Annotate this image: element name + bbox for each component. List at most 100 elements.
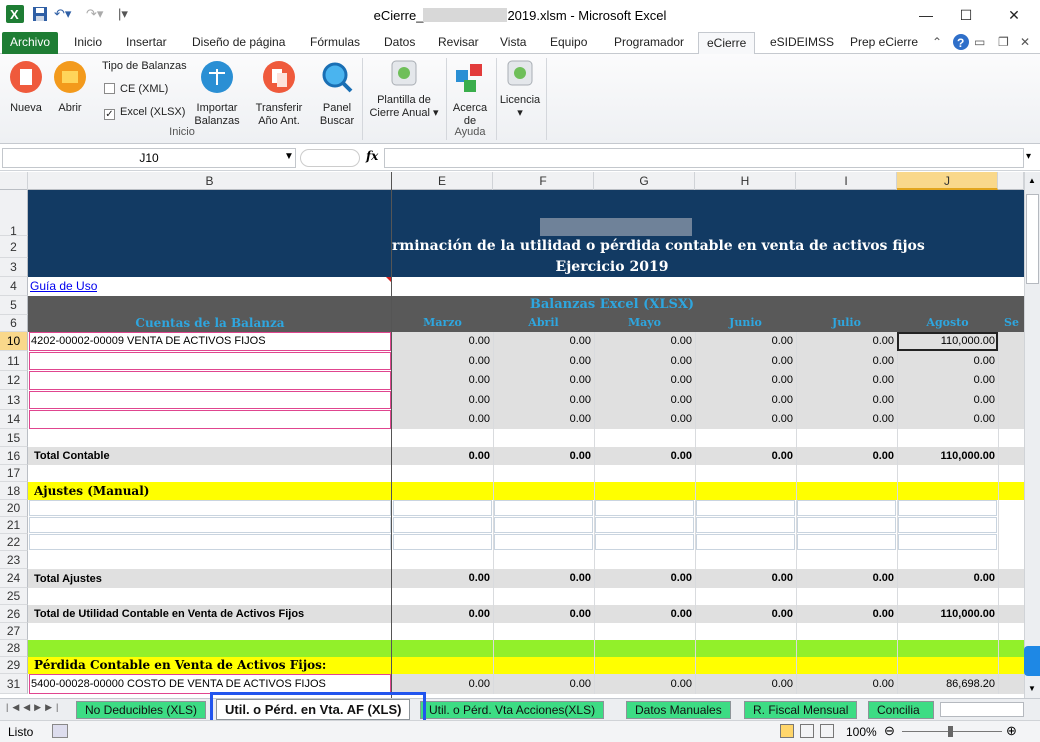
ajuste-value-input[interactable] bbox=[393, 534, 492, 550]
tab-vista[interactable]: Vista bbox=[492, 32, 534, 54]
row-header[interactable]: 5 bbox=[0, 296, 28, 315]
column-header-f[interactable]: F bbox=[493, 172, 594, 190]
cell-value[interactable]: 0.00 bbox=[796, 355, 897, 367]
cell-value[interactable]: 0.00 bbox=[695, 335, 796, 347]
cell-value[interactable]: 0.00 bbox=[392, 678, 493, 690]
row-header[interactable]: 18 bbox=[0, 482, 28, 500]
row-header[interactable]: 16 bbox=[0, 447, 28, 465]
horizontal-scrollbar[interactable] bbox=[940, 702, 1024, 717]
ajuste-value-input[interactable] bbox=[898, 500, 997, 516]
account-input[interactable] bbox=[29, 371, 391, 390]
row-header[interactable]: 24 bbox=[0, 569, 28, 588]
ajuste-input[interactable] bbox=[29, 534, 391, 550]
ajuste-input[interactable] bbox=[29, 517, 391, 533]
scroll-down-icon[interactable]: ▼ bbox=[1028, 684, 1036, 693]
cell-value[interactable]: 0.00 bbox=[897, 413, 998, 425]
cell-value[interactable]: 0.00 bbox=[796, 335, 897, 347]
macro-record-icon[interactable] bbox=[52, 724, 68, 738]
cell-value[interactable]: 110,000.00 bbox=[897, 335, 998, 347]
row-header[interactable]: 29 bbox=[0, 657, 28, 674]
transferir-button[interactable]: Transferir Año Ant. bbox=[252, 60, 306, 128]
cell-value[interactable]: 0.00 bbox=[594, 394, 695, 406]
name-box-dropdown-icon[interactable]: ▼ bbox=[284, 151, 294, 162]
ajuste-value-input[interactable] bbox=[595, 500, 694, 516]
tab-inicio[interactable]: Inicio bbox=[66, 32, 110, 54]
zoom-slider-thumb[interactable] bbox=[948, 726, 953, 737]
cell-value[interactable]: 0.00 bbox=[392, 335, 493, 347]
licencia-button[interactable]: Licencia ▾ bbox=[498, 60, 542, 120]
ajuste-value-input[interactable] bbox=[595, 517, 694, 533]
cell-value[interactable]: 0.00 bbox=[695, 413, 796, 425]
cell-value[interactable]: 0.00 bbox=[493, 374, 594, 386]
tab-esideimss[interactable]: eSIDEIMSS bbox=[762, 32, 842, 54]
cell-value[interactable]: 0.00 bbox=[594, 355, 695, 367]
tab-equipo[interactable]: Equipo bbox=[542, 32, 595, 54]
row-header[interactable]: 22 bbox=[0, 534, 28, 551]
ajuste-value-input[interactable] bbox=[595, 534, 694, 550]
tab-prep-ecierre[interactable]: Prep eCierre bbox=[842, 32, 926, 54]
guia-de-uso-link[interactable]: Guía de Uso bbox=[30, 279, 97, 293]
cell-value[interactable]: 0.00 bbox=[392, 355, 493, 367]
cell-value[interactable]: 0.00 bbox=[594, 335, 695, 347]
cell-value[interactable]: 0.00 bbox=[392, 413, 493, 425]
sheet-tab[interactable]: Util. o Pérd. Vta Acciones(XLS) bbox=[420, 701, 605, 719]
zoom-in-icon[interactable]: ⊕ bbox=[1006, 723, 1017, 739]
tab-insertar[interactable]: Insertar bbox=[118, 32, 175, 54]
ajuste-value-input[interactable] bbox=[898, 517, 997, 533]
cell-value[interactable]: 0.00 bbox=[796, 394, 897, 406]
row-header[interactable]: 2 bbox=[0, 236, 28, 258]
cell-value[interactable]: 0.00 bbox=[695, 355, 796, 367]
cell-value[interactable]: 0.00 bbox=[594, 374, 695, 386]
ajuste-value-input[interactable] bbox=[393, 517, 492, 533]
account-input[interactable] bbox=[29, 410, 391, 429]
cell-value[interactable]: 0.00 bbox=[594, 413, 695, 425]
ajuste-value-input[interactable] bbox=[494, 517, 593, 533]
ce-xml-checkbox[interactable]: CE (XML) bbox=[104, 83, 168, 96]
tab-ecierre[interactable]: eCierre bbox=[698, 32, 756, 55]
cell-value[interactable]: 0.00 bbox=[493, 355, 594, 367]
cell-value[interactable]: 0.00 bbox=[796, 374, 897, 386]
cell-value[interactable]: 0.00 bbox=[897, 394, 998, 406]
excel-xlsx-checkbox[interactable]: ✓ Excel (XLSX) bbox=[104, 106, 185, 120]
row-header[interactable]: 26 bbox=[0, 605, 28, 623]
close-workbook-icon[interactable]: ✕ bbox=[1012, 32, 1038, 54]
scroll-up-icon[interactable]: ▲ bbox=[1028, 176, 1036, 185]
ajuste-value-input[interactable] bbox=[797, 534, 896, 550]
importar-balanzas-button[interactable]: Importar Balanzas bbox=[192, 60, 242, 128]
zoom-level[interactable]: 100% bbox=[846, 725, 877, 739]
cell-value[interactable]: 0.00 bbox=[897, 355, 998, 367]
name-box[interactable]: J10 bbox=[2, 148, 296, 168]
row-header[interactable]: 20 bbox=[0, 500, 28, 517]
tab-formulas[interactable]: Fórmulas bbox=[302, 32, 368, 54]
insert-function-icon[interactable]: fx bbox=[366, 149, 378, 163]
cell-value[interactable]: 0.00 bbox=[493, 335, 594, 347]
ajuste-value-input[interactable] bbox=[494, 534, 593, 550]
select-all-corner[interactable] bbox=[0, 172, 28, 190]
row-header[interactable]: 15 bbox=[0, 429, 28, 447]
row-header[interactable]: 12 bbox=[0, 371, 28, 390]
vertical-scrollbar[interactable]: ▲ ▼ bbox=[1024, 172, 1040, 698]
row-header[interactable]: 31 bbox=[0, 674, 28, 694]
row-header[interactable]: 23 bbox=[0, 551, 28, 569]
tab-datos[interactable]: Datos bbox=[376, 32, 423, 54]
abrir-button[interactable]: Abrir bbox=[52, 60, 88, 115]
scroll-thumb[interactable] bbox=[1026, 194, 1039, 284]
column-header-k[interactable] bbox=[998, 172, 1024, 190]
nueva-button[interactable]: Nueva bbox=[6, 60, 46, 115]
cell-value[interactable]: 0.00 bbox=[695, 394, 796, 406]
formula-input[interactable] bbox=[384, 148, 1024, 168]
row-header[interactable]: 27 bbox=[0, 623, 28, 640]
row-header[interactable]: 1 bbox=[0, 190, 28, 238]
row-header[interactable]: 17 bbox=[0, 465, 28, 482]
cell-value[interactable]: 0.00 bbox=[493, 394, 594, 406]
minimize-button[interactable]: — bbox=[906, 4, 946, 26]
cell-value[interactable]: 0.00 bbox=[796, 413, 897, 425]
teamviewer-icon[interactable] bbox=[1024, 646, 1040, 676]
sheet-tab[interactable]: Datos Manuales bbox=[626, 701, 731, 719]
column-header-g[interactable]: G bbox=[594, 172, 695, 190]
row-header[interactable]: 11 bbox=[0, 351, 28, 371]
plantilla-cierre-button[interactable]: Plantilla de Cierre Anual ▾ bbox=[366, 60, 442, 120]
row-header[interactable]: 21 bbox=[0, 517, 28, 534]
ajuste-value-input[interactable] bbox=[696, 517, 795, 533]
ajuste-value-input[interactable] bbox=[696, 500, 795, 516]
